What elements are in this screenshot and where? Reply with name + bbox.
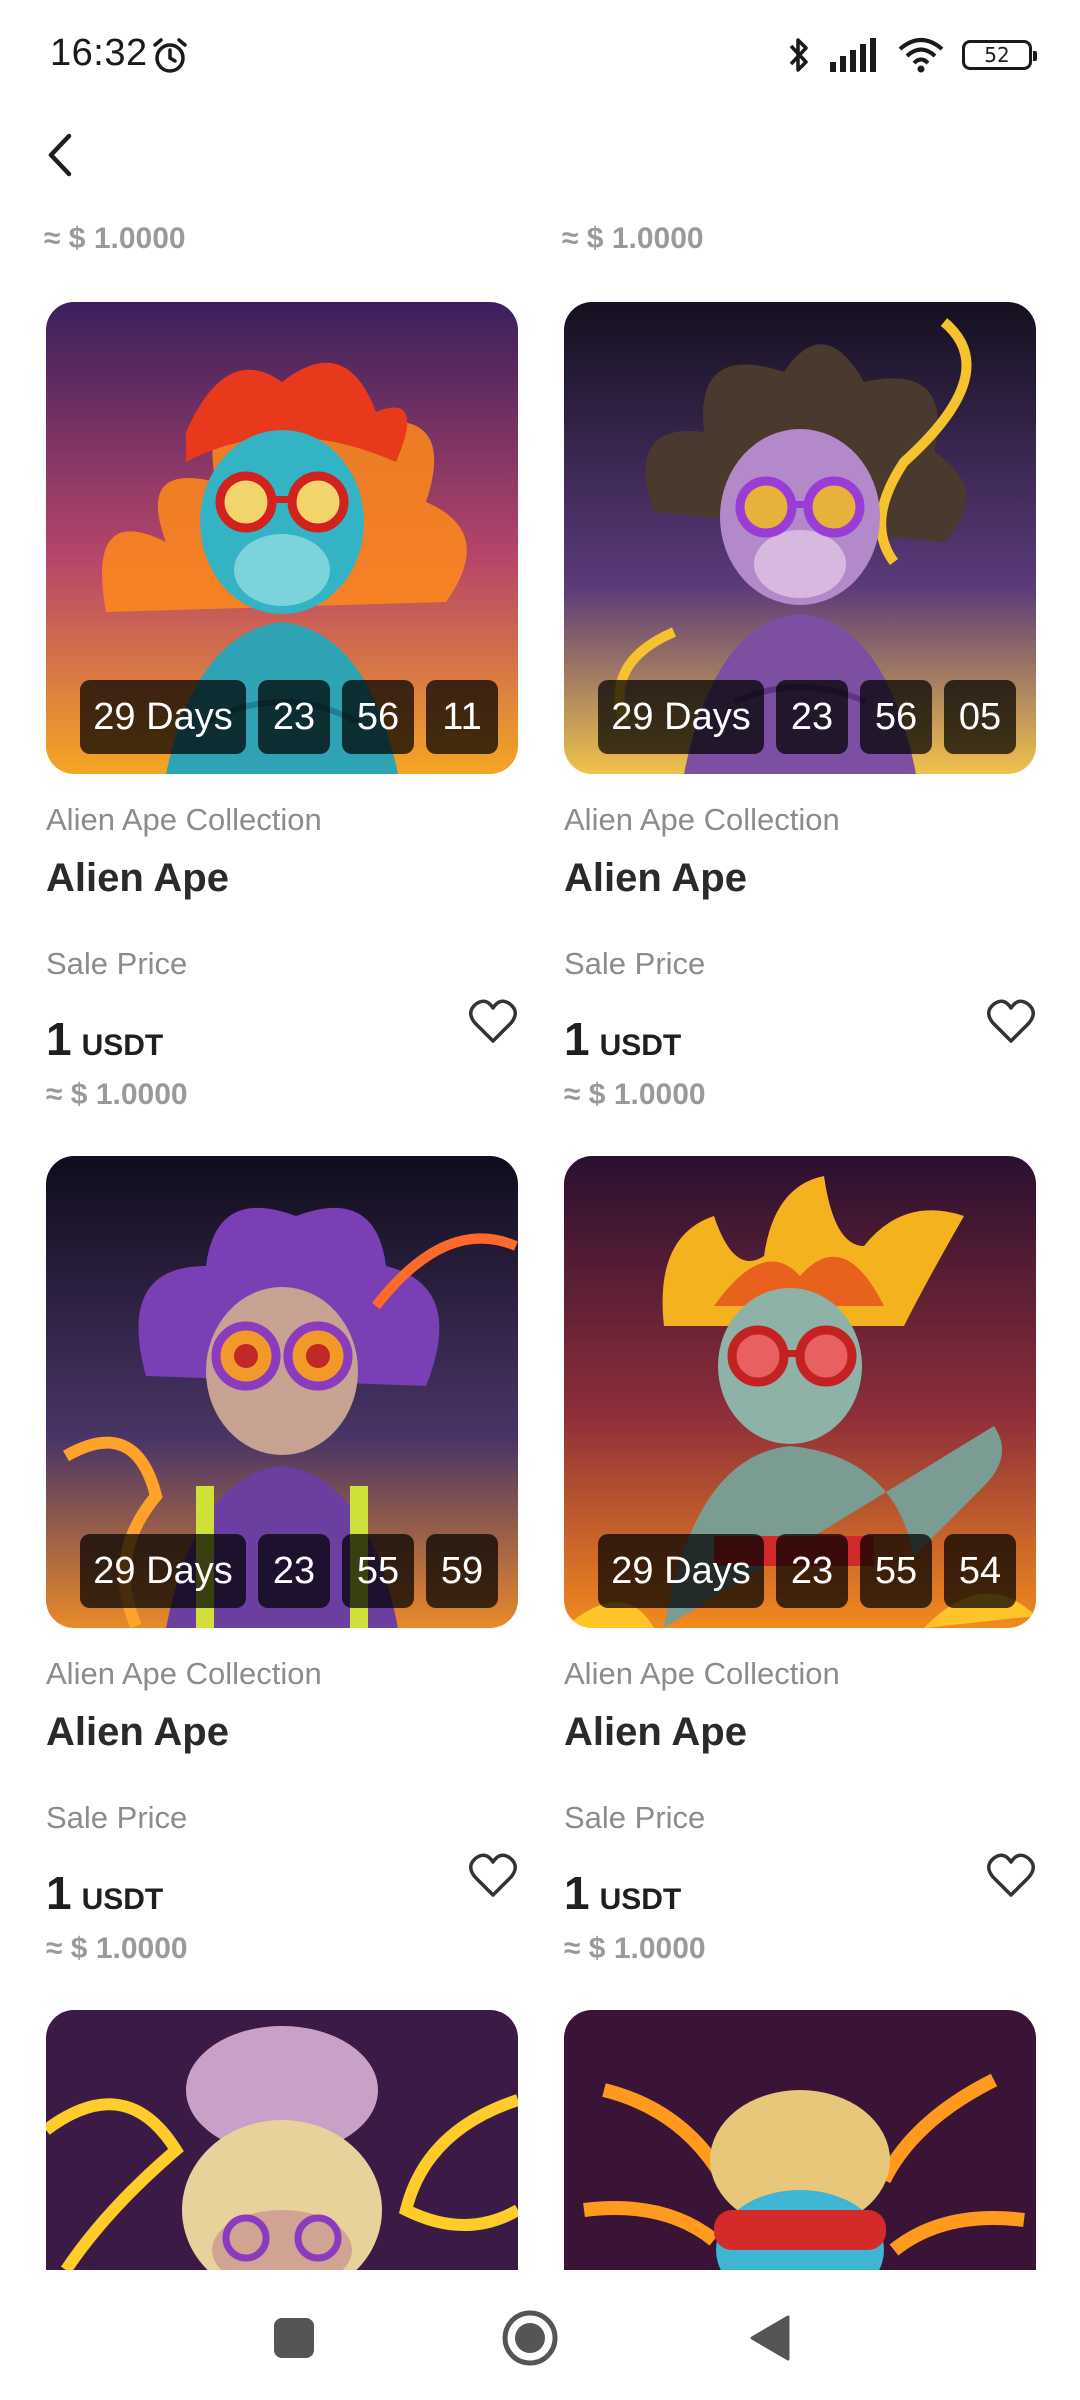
nft-title: Alien Ape <box>564 856 747 900</box>
back-triangle-icon <box>750 2315 790 2361</box>
signal-icon <box>830 38 876 72</box>
nft-image[interactable]: 29 Days 23 55 54 <box>564 1156 1036 1628</box>
nft-card-partial[interactable] <box>46 2010 518 2270</box>
price-amount: 1 <box>46 1867 72 1919</box>
recents-square-icon <box>274 2318 314 2358</box>
price-amount: 1 <box>46 1013 72 1065</box>
favorite-heart-icon[interactable] <box>986 998 1036 1046</box>
recents-button[interactable] <box>262 2306 326 2370</box>
partial-usd-right: ≈ $ 1.0000 <box>562 222 704 255</box>
countdown-minutes: 56 <box>342 680 414 754</box>
sale-price-label: Sale Price <box>564 946 706 981</box>
collection-name: Alien Ape Collection <box>564 1656 840 1691</box>
sale-price-label: Sale Price <box>46 946 188 981</box>
countdown-hours: 23 <box>258 680 330 754</box>
countdown-days: 29 Days <box>598 680 764 754</box>
countdown-seconds: 11 <box>426 680 498 754</box>
favorite-heart-icon[interactable] <box>986 1852 1036 1900</box>
price-amount: 1 <box>564 1013 590 1065</box>
collection-name: Alien Ape Collection <box>46 802 322 837</box>
price-currency: USDT <box>599 1029 682 1062</box>
countdown-hours: 23 <box>776 1534 848 1608</box>
bluetooth-icon <box>789 38 808 72</box>
countdown-days: 29 Days <box>598 1534 764 1608</box>
nft-card[interactable]: 29 Days 23 55 59 Alien Ape Collection Al… <box>46 1156 518 1965</box>
price-usd: ≈ $ 1.0000 <box>46 1932 188 1965</box>
price-row: 1 USDT <box>46 1866 163 1920</box>
countdown-hours: 23 <box>776 680 848 754</box>
price-currency: USDT <box>81 1029 164 1062</box>
price-usd: ≈ $ 1.0000 <box>564 1078 706 1111</box>
collection-name: Alien Ape Collection <box>564 802 840 837</box>
price-amount: 1 <box>564 1867 590 1919</box>
price-row: 1 USDT <box>564 1012 681 1066</box>
sale-price-label: Sale Price <box>46 1800 188 1835</box>
nft-title: Alien Ape <box>46 856 229 900</box>
countdown-timer: 29 Days 23 55 54 <box>598 1534 1016 1608</box>
partial-usd-left: ≈ $ 1.0000 <box>44 222 186 255</box>
ape-artwork <box>564 2010 1036 2270</box>
nft-image[interactable]: 29 Days 23 56 11 <box>46 302 518 774</box>
back-button[interactable] <box>30 120 90 190</box>
battery-icon: 52 <box>962 40 1037 70</box>
countdown-hours: 23 <box>258 1534 330 1608</box>
price-currency: USDT <box>81 1883 164 1916</box>
home-button[interactable] <box>498 2306 562 2370</box>
countdown-days: 29 Days <box>80 1534 246 1608</box>
favorite-heart-icon[interactable] <box>468 1852 518 1900</box>
system-back-button[interactable] <box>738 2306 802 2370</box>
price-currency: USDT <box>599 1883 682 1916</box>
countdown-timer: 29 Days 23 56 05 <box>598 680 1016 754</box>
countdown-seconds: 59 <box>426 1534 498 1608</box>
countdown-timer: 29 Days 23 55 59 <box>80 1534 498 1608</box>
collection-name: Alien Ape Collection <box>46 1656 322 1691</box>
price-usd: ≈ $ 1.0000 <box>564 1932 706 1965</box>
favorite-heart-icon[interactable] <box>468 998 518 1046</box>
wifi-icon <box>898 38 944 73</box>
countdown-minutes: 55 <box>342 1534 414 1608</box>
nft-card[interactable]: 29 Days 23 56 11 Alien Ape Collection Al… <box>46 302 518 1111</box>
countdown-days: 29 Days <box>80 680 246 754</box>
alarm-icon <box>153 38 187 73</box>
price-row: 1 USDT <box>564 1866 681 1920</box>
countdown-seconds: 54 <box>944 1534 1016 1608</box>
battery-level: 52 <box>984 43 1010 67</box>
status-time: 16:32 <box>50 32 148 74</box>
countdown-minutes: 55 <box>860 1534 932 1608</box>
countdown-minutes: 56 <box>860 680 932 754</box>
home-circle-icon <box>502 2310 558 2366</box>
price-usd: ≈ $ 1.0000 <box>46 1078 188 1111</box>
system-nav-bar <box>0 2270 1080 2400</box>
nft-image[interactable]: 29 Days 23 55 59 <box>46 1156 518 1628</box>
nft-card[interactable]: 29 Days 23 55 54 Alien Ape Collection Al… <box>564 1156 1036 1965</box>
nft-image[interactable]: 29 Days 23 56 05 <box>564 302 1036 774</box>
countdown-seconds: 05 <box>944 680 1016 754</box>
nft-card[interactable]: 29 Days 23 56 05 Alien Ape Collection Al… <box>564 302 1036 1111</box>
price-row: 1 USDT <box>46 1012 163 1066</box>
ape-artwork <box>46 2010 518 2270</box>
chevron-left-icon <box>48 133 72 177</box>
nft-card-partial[interactable] <box>564 2010 1036 2270</box>
status-bar: 16:32 52 <box>0 0 1080 110</box>
nft-title: Alien Ape <box>564 1710 747 1754</box>
sale-price-label: Sale Price <box>564 1800 706 1835</box>
nft-title: Alien Ape <box>46 1710 229 1754</box>
countdown-timer: 29 Days 23 56 11 <box>80 680 498 754</box>
